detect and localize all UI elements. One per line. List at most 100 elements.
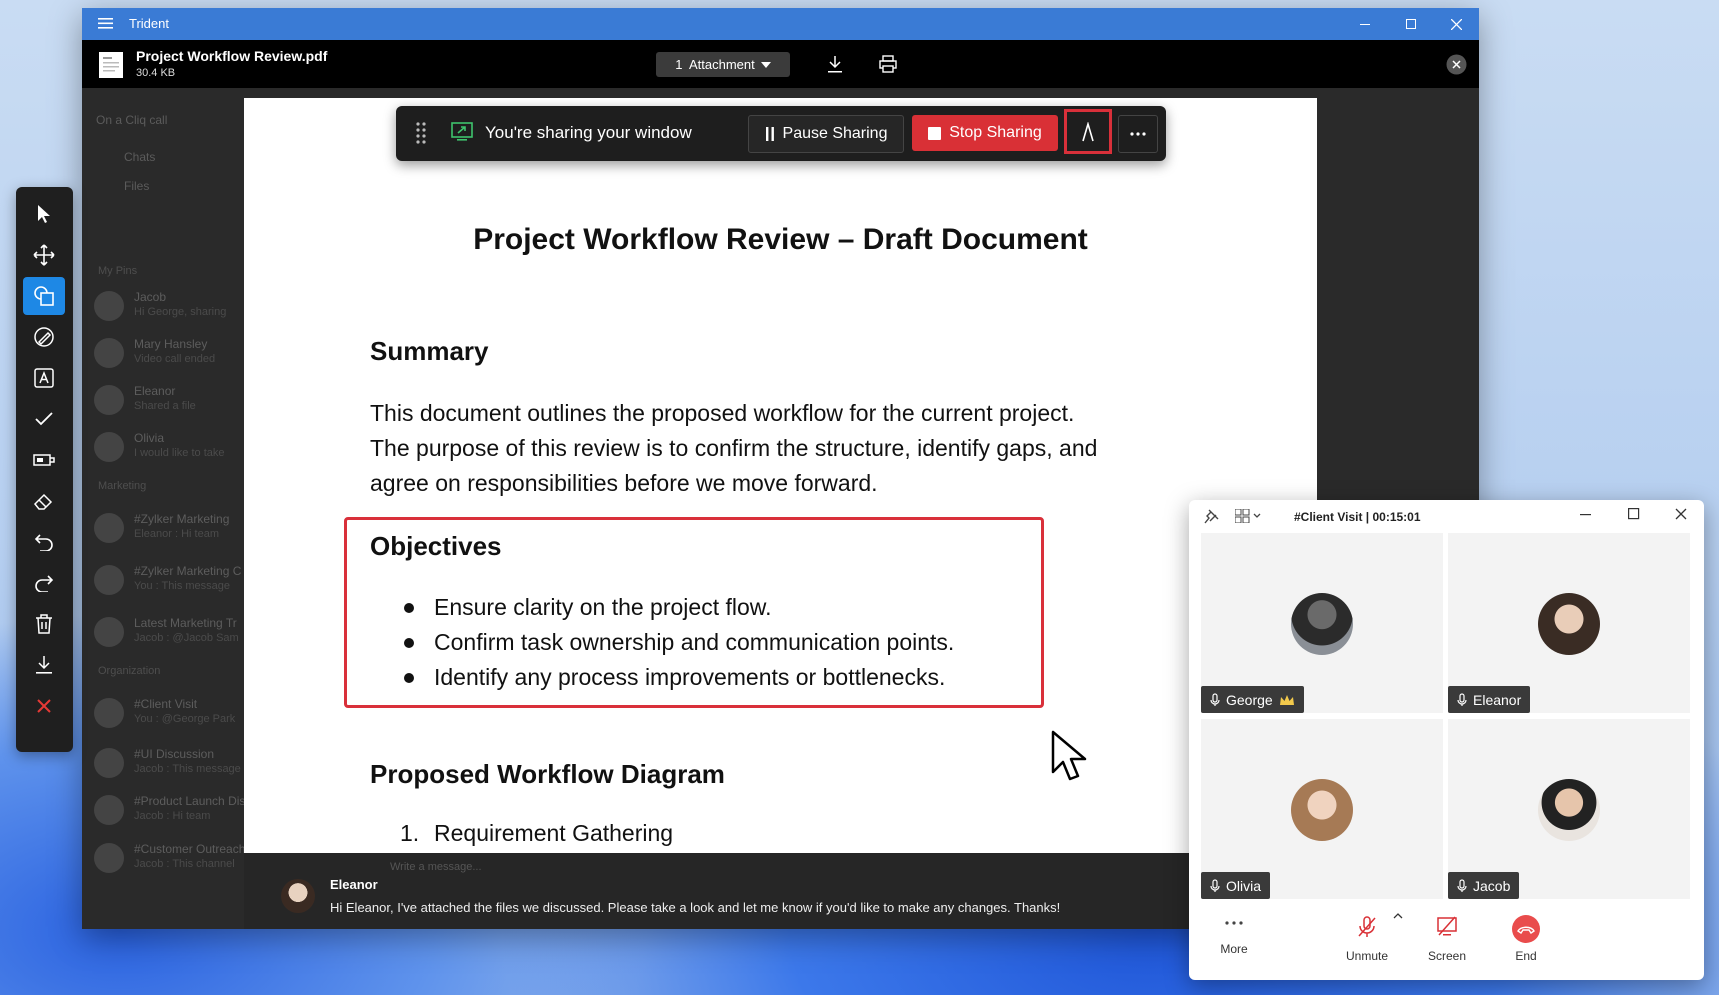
download-icon[interactable] [827, 55, 843, 73]
attachment-label: 1 Attachment [675, 57, 755, 72]
download-icon [35, 655, 53, 675]
move-tool-button[interactable] [23, 236, 65, 274]
layout-grid-icon[interactable] [1235, 509, 1263, 523]
chat-message-strip: Write a message... Eleanor Hi Eleanor, I… [244, 853, 1189, 929]
pen-icon [33, 326, 55, 348]
move-arrows-icon [33, 244, 55, 266]
mic-icon [1210, 878, 1220, 893]
pause-icon [765, 127, 775, 141]
stop-icon [928, 126, 942, 140]
mic-icon [1457, 878, 1467, 893]
objective-item: Confirm task ownership and communication… [434, 629, 955, 655]
attachment-dropdown[interactable]: 1 Attachment [656, 52, 790, 77]
unmute-button[interactable]: Unmute [1327, 916, 1407, 963]
file-size: 30.4 KB [136, 67, 176, 79]
participant-tile[interactable]: George [1201, 533, 1443, 713]
text-box-icon [34, 368, 54, 388]
close-toolbar-button[interactable] [23, 687, 65, 725]
end-call-button[interactable]: End [1486, 914, 1566, 963]
annotation-toolbar [16, 187, 73, 752]
minimize-icon[interactable] [1342, 8, 1388, 40]
close-preview-icon[interactable] [1446, 54, 1467, 75]
screen-share-button[interactable]: Screen [1407, 916, 1487, 963]
hang-up-icon [1511, 914, 1541, 944]
section-pins: My Pins [98, 265, 138, 277]
close-icon [37, 699, 51, 713]
trash-icon [35, 614, 53, 634]
mic-icon [1457, 692, 1467, 707]
save-annotation-button[interactable] [23, 646, 65, 684]
minimize-icon[interactable] [1580, 508, 1592, 520]
hamburger-menu-icon[interactable] [98, 17, 113, 30]
more-options-button[interactable] [1118, 115, 1158, 153]
chevron-up-icon[interactable] [1393, 913, 1403, 919]
ellipsis-icon [1225, 921, 1243, 925]
bullet-dot [404, 673, 414, 683]
avatar [1538, 779, 1600, 841]
avatar [1291, 593, 1353, 655]
stop-sharing-button[interactable]: Stop Sharing [912, 115, 1058, 151]
maximize-icon[interactable] [1628, 508, 1640, 520]
close-icon[interactable] [1675, 508, 1687, 520]
screen-share-icon [451, 122, 473, 142]
avatar [281, 879, 315, 913]
participant-tile[interactable]: Olivia [1201, 719, 1443, 899]
summary-heading: Summary [370, 336, 489, 366]
eraser-tool-button[interactable] [23, 482, 65, 520]
title-bar: Trident [82, 8, 1479, 40]
eraser-icon [33, 491, 55, 511]
pdf-page: Project Workflow Review – Draft Document… [244, 98, 1317, 853]
nav-chats: Chats [124, 150, 156, 164]
diagram-heading: Proposed Workflow Diagram [370, 759, 725, 789]
call-title: #Client Visit | 00:15:01 [1294, 510, 1421, 524]
check-tool-button[interactable] [23, 400, 65, 438]
mouse-cursor-icon [1050, 730, 1088, 782]
text-tool-button[interactable] [23, 359, 65, 397]
objective-item: Identify any process improvements or bot… [434, 664, 946, 690]
close-icon[interactable] [1433, 8, 1479, 40]
pin-icon[interactable] [1203, 509, 1219, 525]
crown-icon [1279, 694, 1295, 706]
ellipsis-icon [1130, 132, 1146, 136]
delete-button[interactable] [23, 605, 65, 643]
checkmark-icon [35, 412, 53, 426]
pdf-file-icon [99, 52, 123, 78]
summary-line: agree on responsibilities before we move… [370, 470, 878, 496]
participant-label: Eleanor [1448, 686, 1531, 713]
participant-label: Olivia [1201, 872, 1271, 899]
pause-sharing-button[interactable]: Pause Sharing [748, 115, 904, 153]
file-name: Project Workflow Review.pdf [136, 48, 328, 64]
avatar [1291, 779, 1353, 841]
participant-tile[interactable]: Jacob [1448, 719, 1690, 899]
undo-icon [34, 533, 54, 551]
undo-button[interactable] [23, 523, 65, 561]
app-title: Trident [129, 16, 169, 31]
print-icon[interactable] [879, 55, 897, 73]
diagram-item: Requirement Gathering [434, 820, 674, 846]
redo-icon [34, 574, 54, 592]
cursor-arrow-icon [36, 204, 52, 224]
maximize-icon[interactable] [1388, 8, 1434, 40]
message-input-placeholder[interactable]: Write a message... [390, 861, 482, 873]
drag-handle-icon[interactable] [416, 122, 426, 144]
highlighter-tool-button[interactable] [23, 441, 65, 479]
more-button[interactable]: More [1194, 914, 1274, 956]
caret-down-icon [760, 61, 771, 68]
shapes-icon [33, 285, 55, 307]
participant-tile[interactable]: Eleanor [1448, 533, 1690, 713]
bullet-dot [404, 638, 414, 648]
document-title: Project Workflow Review – Draft Document [473, 223, 1088, 256]
list-number: 1. [400, 820, 420, 846]
annotation-toggle-button[interactable] [1064, 109, 1112, 154]
summary-line: The purpose of this review is to confirm… [370, 435, 1098, 461]
avatar [1538, 593, 1600, 655]
shapes-tool-button[interactable] [23, 277, 65, 315]
pen-tip-icon [1081, 121, 1095, 142]
pen-tool-button[interactable] [23, 318, 65, 356]
select-tool-button[interactable] [23, 195, 65, 233]
stop-screen-share-icon [1436, 916, 1458, 938]
redo-button[interactable] [23, 564, 65, 602]
participant-label: George [1201, 686, 1304, 713]
participant-label: Jacob [1448, 872, 1520, 899]
call-panel: #Client Visit | 00:15:01 George Eleanor … [1189, 500, 1704, 980]
